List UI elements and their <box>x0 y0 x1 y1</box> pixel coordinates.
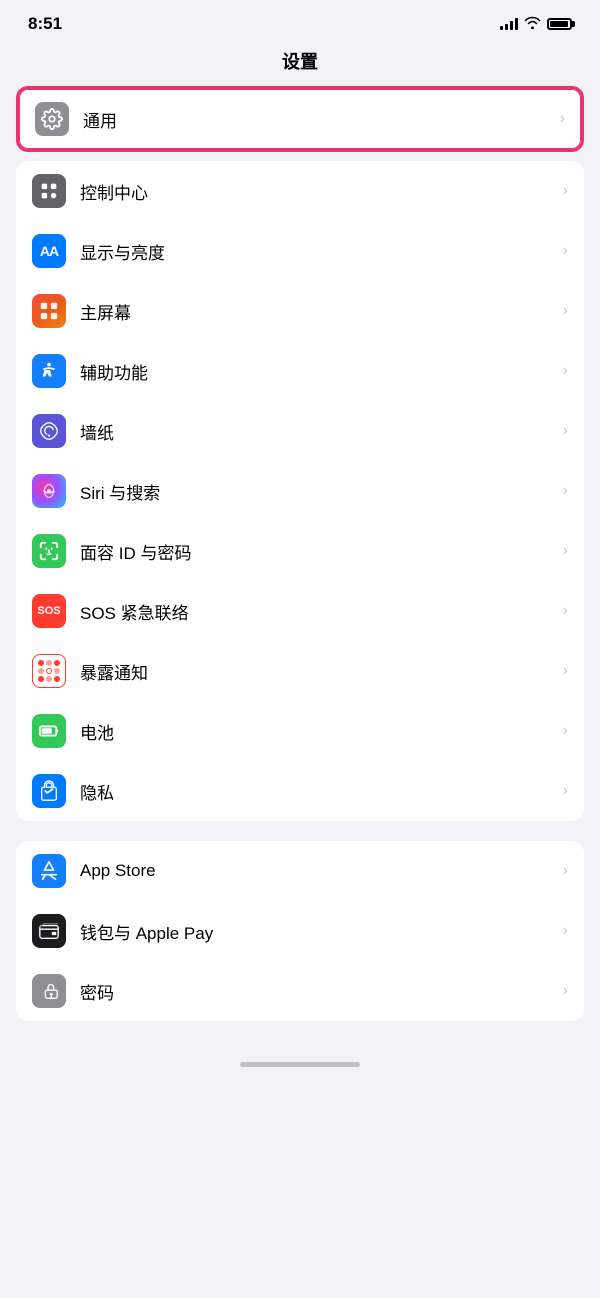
battery-settings-icon <box>32 714 66 748</box>
section-general: 通用 › <box>16 86 584 152</box>
control-center-icon <box>32 174 66 208</box>
app-store-chevron: › <box>563 862 568 880</box>
settings-item-display[interactable]: AA 显示与亮度 › <box>16 221 584 281</box>
exposure-dots <box>38 660 60 682</box>
settings-item-battery[interactable]: 电池 › <box>16 701 584 761</box>
control-center-label: 控制中心 <box>80 179 555 204</box>
sos-icon: SOS <box>32 594 66 628</box>
exposure-chevron: › <box>563 662 568 680</box>
status-icons <box>500 16 572 32</box>
sos-chevron: › <box>563 602 568 620</box>
section-store: App Store › 钱包与 Apple Pay › 密码 › <box>16 841 584 1021</box>
home-screen-icon <box>32 294 66 328</box>
wallet-icon <box>32 914 66 948</box>
app-store-icon <box>32 854 66 888</box>
wallpaper-chevron: › <box>563 422 568 440</box>
display-chevron: › <box>563 242 568 260</box>
wallpaper-icon <box>32 414 66 448</box>
settings-item-sos[interactable]: SOS SOS 紧急联络 › <box>16 581 584 641</box>
settings-item-accessibility[interactable]: 辅助功能 › <box>16 341 584 401</box>
accessibility-chevron: › <box>563 362 568 380</box>
exposure-label: 暴露通知 <box>80 659 555 684</box>
page-title: 设置 <box>0 40 600 86</box>
face-id-chevron: › <box>563 542 568 560</box>
home-indicator <box>0 1041 600 1075</box>
siri-icon <box>32 474 66 508</box>
settings-item-exposure[interactable]: 暴露通知 › <box>16 641 584 701</box>
wifi-icon <box>524 16 541 32</box>
siri-chevron: › <box>563 482 568 500</box>
accessibility-icon <box>32 354 66 388</box>
display-icon: AA <box>32 234 66 268</box>
settings-item-home-screen[interactable]: 主屏幕 › <box>16 281 584 341</box>
face-id-icon <box>32 534 66 568</box>
settings-item-privacy[interactable]: 隐私 › <box>16 761 584 821</box>
general-label: 通用 <box>83 107 552 132</box>
home-bar <box>240 1062 360 1067</box>
home-screen-chevron: › <box>563 302 568 320</box>
status-time: 8:51 <box>28 14 62 34</box>
passwords-icon <box>32 974 66 1008</box>
exposure-icon <box>32 654 66 688</box>
status-bar: 8:51 <box>0 0 600 40</box>
settings-item-passwords[interactable]: 密码 › <box>16 961 584 1021</box>
control-center-chevron: › <box>563 182 568 200</box>
signal-icon <box>500 18 518 30</box>
wallet-label: 钱包与 Apple Pay <box>80 919 555 944</box>
settings-item-control-center[interactable]: 控制中心 › <box>16 161 584 221</box>
accessibility-label: 辅助功能 <box>80 359 555 384</box>
settings-item-wallpaper[interactable]: 墙纸 › <box>16 401 584 461</box>
battery-chevron: › <box>563 722 568 740</box>
battery-icon <box>547 18 572 30</box>
general-icon <box>35 102 69 136</box>
face-id-label: 面容 ID 与密码 <box>80 539 555 564</box>
settings-item-general[interactable]: 通用 › <box>19 89 581 149</box>
settings-item-siri[interactable]: Siri 与搜索 › <box>16 461 584 521</box>
privacy-chevron: › <box>563 782 568 800</box>
settings-item-app-store[interactable]: App Store › <box>16 841 584 901</box>
settings-item-wallet[interactable]: 钱包与 Apple Pay › <box>16 901 584 961</box>
sos-label: SOS 紧急联络 <box>80 599 555 624</box>
battery-label: 电池 <box>80 719 555 744</box>
privacy-icon <box>32 774 66 808</box>
privacy-label: 隐私 <box>80 779 555 804</box>
home-screen-label: 主屏幕 <box>80 299 555 324</box>
passwords-label: 密码 <box>80 979 555 1004</box>
settings-item-face-id[interactable]: 面容 ID 与密码 › <box>16 521 584 581</box>
passwords-chevron: › <box>563 982 568 1000</box>
siri-label: Siri 与搜索 <box>80 479 555 504</box>
section-main: 控制中心 › AA 显示与亮度 › 主屏幕 › <box>16 161 584 821</box>
display-label: 显示与亮度 <box>80 239 555 264</box>
app-store-label: App Store <box>80 861 555 881</box>
wallpaper-label: 墙纸 <box>80 419 555 444</box>
wallet-chevron: › <box>563 922 568 940</box>
general-chevron: › <box>560 110 565 128</box>
